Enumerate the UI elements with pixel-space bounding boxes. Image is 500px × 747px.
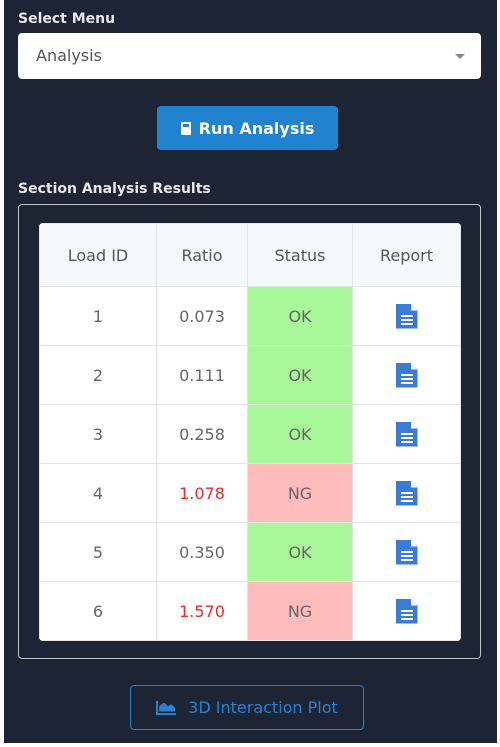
ratio-cell: 0.111 bbox=[156, 345, 248, 405]
report-cell bbox=[352, 463, 461, 523]
results-table: Load ID Ratio Status Report 1 0.073 OK 2 0.1… bbox=[39, 223, 461, 641]
load-id-cell: 4 bbox=[39, 463, 157, 523]
report-document-icon[interactable] bbox=[395, 480, 418, 506]
table-header-row: Load ID Ratio Status Report bbox=[39, 223, 461, 287]
column-header-load-id[interactable]: Load ID bbox=[39, 223, 157, 287]
column-header-status[interactable]: Status bbox=[247, 223, 353, 287]
table-row: 4 1.078 NG bbox=[39, 463, 461, 523]
load-id-cell: 5 bbox=[39, 522, 157, 582]
table-row: 6 1.570 NG bbox=[39, 581, 461, 641]
status-cell: OK bbox=[247, 286, 353, 346]
load-id-cell: 6 bbox=[39, 581, 157, 641]
load-id-cell: 2 bbox=[39, 345, 157, 405]
3d-interaction-plot-label: 3D Interaction Plot bbox=[188, 698, 338, 717]
ratio-cell: 1.570 bbox=[156, 581, 248, 641]
column-header-ratio[interactable]: Ratio bbox=[156, 223, 248, 287]
status-cell: OK bbox=[247, 345, 353, 405]
ratio-cell: 0.073 bbox=[156, 286, 248, 346]
report-document-icon[interactable] bbox=[395, 598, 418, 624]
report-cell bbox=[352, 345, 461, 405]
load-id-cell: 1 bbox=[39, 286, 157, 346]
status-cell: OK bbox=[247, 404, 353, 464]
run-analysis-label: Run Analysis bbox=[198, 118, 315, 138]
column-header-report[interactable]: Report bbox=[352, 223, 461, 287]
report-cell bbox=[352, 581, 461, 641]
select-menu-dropdown[interactable]: Analysis bbox=[18, 33, 481, 79]
report-cell bbox=[352, 404, 461, 464]
status-cell: NG bbox=[247, 463, 353, 523]
sidebar-panel: Select Menu Analysis Run Analysis Sectio… bbox=[4, 0, 497, 743]
load-id-cell: 3 bbox=[39, 404, 157, 464]
status-cell: NG bbox=[247, 581, 353, 641]
run-analysis-button[interactable]: Run Analysis bbox=[157, 106, 338, 150]
report-document-icon[interactable] bbox=[395, 539, 418, 565]
table-row: 3 0.258 OK bbox=[39, 404, 461, 464]
ratio-cell: 0.258 bbox=[156, 404, 248, 464]
report-document-icon[interactable] bbox=[395, 303, 418, 329]
calculator-icon bbox=[180, 121, 191, 135]
report-document-icon[interactable] bbox=[395, 362, 418, 388]
status-cell: OK bbox=[247, 522, 353, 582]
table-row: 2 0.111 OK bbox=[39, 345, 461, 405]
report-document-icon[interactable] bbox=[395, 421, 418, 447]
select-menu-label: Select Menu bbox=[18, 11, 116, 27]
select-menu-value: Analysis bbox=[36, 46, 102, 65]
chevron-down-icon bbox=[455, 54, 465, 59]
table-row: 1 0.073 OK bbox=[39, 286, 461, 346]
3d-interaction-plot-button[interactable]: 3D Interaction Plot bbox=[130, 685, 364, 730]
table-row: 5 0.350 OK bbox=[39, 522, 461, 582]
results-title: Section Analysis Results bbox=[18, 181, 211, 197]
report-cell bbox=[352, 286, 461, 346]
report-cell bbox=[352, 522, 461, 582]
ratio-cell: 0.350 bbox=[156, 522, 248, 582]
area-chart-icon bbox=[156, 700, 177, 715]
ratio-cell: 1.078 bbox=[156, 463, 248, 523]
